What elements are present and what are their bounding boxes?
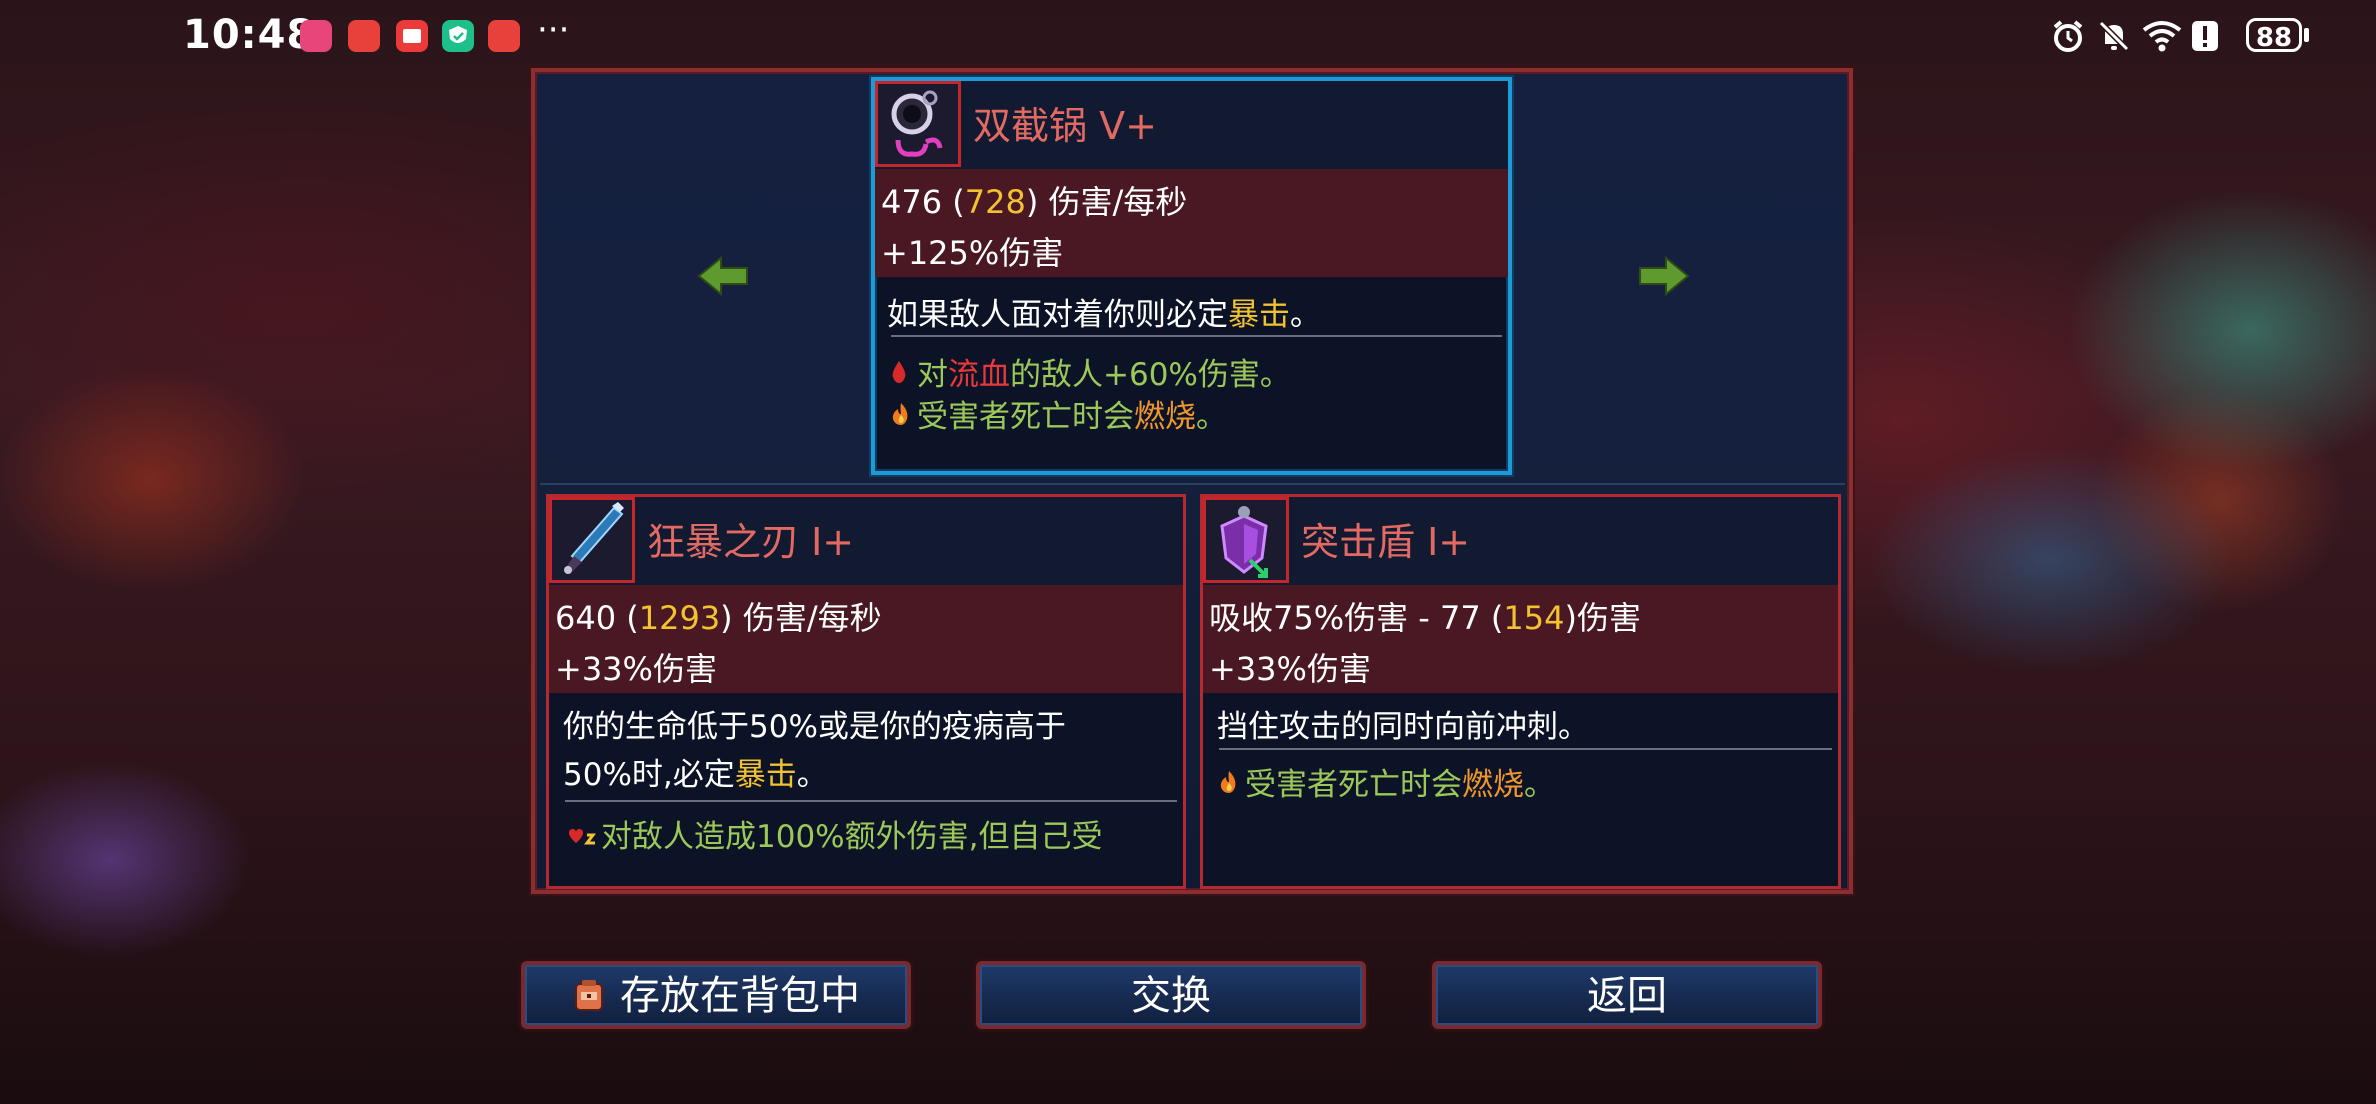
right-item-card[interactable]: 突击盾 I+ 吸收75%伤害 - 77 (154)伤害 +33%伤害 挡住攻击的… (1200, 494, 1841, 889)
dps-value: 476 (881, 183, 943, 221)
card-header (1203, 497, 1838, 585)
store-in-backpack-button[interactable]: 存放在背包中 (521, 961, 911, 1029)
status-bar: 10:48 ··· 88 (0, 0, 2376, 72)
store-button-label: 存放在背包中 (620, 973, 860, 1019)
item-name: 双截锅 V+ (973, 104, 1157, 148)
arrow-right-icon[interactable] (1636, 256, 1692, 296)
berserker-blade-icon (549, 497, 635, 583)
huawei-app-icon-2 (488, 20, 520, 52)
absorb-text: 吸收75%伤害 - 77 ( (1209, 599, 1504, 637)
lelo-app-icon (300, 20, 332, 52)
effect-text: 对敌人造成100%额外伤害,但自己受 (601, 819, 1103, 855)
dps-value: 640 (555, 599, 617, 637)
description-text: 50%时,必定 (563, 757, 735, 793)
dps-line: 640 (1293) 伤害/每秒 (555, 599, 882, 637)
battery-indicator: 88 (2246, 18, 2302, 53)
effect-burn: 受害者死亡时会燃烧。 (889, 391, 1500, 436)
damage-bonus: +33%伤害 (555, 650, 717, 688)
effect-text: 对 (917, 357, 948, 393)
alarm-icon (2053, 20, 2083, 52)
absorb-line: 吸收75%伤害 - 77 (154)伤害 (1209, 593, 1641, 639)
description-separator (565, 800, 1177, 802)
dps-label: 伤害/每秒 (742, 599, 882, 637)
alert-icon (2192, 21, 2218, 51)
fire-icon (1217, 767, 1245, 803)
shield-app-icon (442, 20, 474, 52)
dps-label: 伤害/每秒 (1048, 183, 1188, 221)
back-button-label: 返回 (1587, 973, 1667, 1019)
silent-bell-icon (2098, 20, 2130, 52)
double-pan-weapon-icon (875, 81, 961, 167)
description-separator (891, 335, 1502, 337)
effect-burn: 受害者死亡时会燃烧。 (1217, 759, 1830, 804)
absorb-crit-value: 154 (1503, 599, 1565, 637)
effect-bleed: 对流血的敌人+60%伤害。 (889, 349, 1500, 394)
item-description: 你的生命低于50%或是你的疫病高于 50%时,必定暴击。 (563, 703, 1167, 799)
clock: 10:48 (183, 12, 316, 58)
assault-shield-icon (1203, 497, 1289, 583)
dps-crit-value: 1293 (638, 599, 721, 637)
description-separator (1219, 748, 1832, 750)
crit-keyword: 暴击 (1228, 297, 1290, 333)
mail-app-icon (396, 20, 428, 52)
panel-divider (540, 483, 1845, 485)
effect-extra-damage: 对敌人造成100%额外伤害,但自己受 (563, 811, 1175, 883)
description-text: 如果敌人面对着你则必定 (887, 297, 1228, 333)
description-line-1: 你的生命低于50%或是你的疫病高于 (563, 709, 1066, 745)
item-name: 狂暴之刃 I+ (647, 520, 855, 564)
left-item-card[interactable]: 狂暴之刃 I+ 640 (1293) 伤害/每秒 +33%伤害 你的生命低于50… (546, 494, 1186, 889)
swap-button-label: 交换 (1131, 973, 1211, 1019)
huawei-app-icon (348, 20, 380, 52)
crit-keyword: 暴击 (734, 757, 797, 793)
burn-keyword: 燃烧 (1462, 767, 1524, 803)
bleed-keyword: 流血 (948, 357, 1010, 393)
card-header (549, 497, 1183, 585)
effect-text-end: 。 (1196, 399, 1227, 435)
damage-bonus: +33%伤害 (1209, 650, 1371, 688)
fire-icon (889, 399, 917, 435)
damage-bonus: +125%伤害 (881, 234, 1064, 272)
wifi-icon (2142, 21, 2182, 52)
arrow-left-icon[interactable] (695, 256, 751, 296)
dps-crit-value: 728 (964, 183, 1026, 221)
burn-keyword: 燃烧 (1134, 399, 1196, 435)
effect-text: 受害者死亡时会 (917, 399, 1134, 435)
effect-text: 受害者死亡时会 (1245, 767, 1462, 803)
absorb-text-end: )伤害 (1564, 599, 1641, 637)
back-button[interactable]: 返回 (1432, 961, 1822, 1029)
backpack-icon (575, 980, 603, 1011)
item-description: 如果敌人面对着你则必定暴击。 (887, 291, 1492, 339)
item-name: 突击盾 I+ (1301, 520, 1471, 564)
effect-text-end: 的敌人+60%伤害。 (1010, 357, 1291, 393)
swap-button[interactable]: 交换 (976, 961, 1366, 1029)
dps-line: 476 (728) 伤害/每秒 (881, 183, 1188, 221)
description-end: 。 (1290, 297, 1321, 333)
card-header (875, 81, 1508, 169)
item-description: 挡住攻击的同时向前冲刺。 (1217, 709, 1589, 745)
berserk-heart-icon (563, 819, 601, 855)
current-item-card[interactable]: 双截锅 V+ 476 (728) 伤害/每秒 +125%伤害 如果敌人面对着你则… (871, 77, 1512, 475)
description-end: 。 (796, 757, 828, 793)
battery-tip (2304, 28, 2309, 42)
effect-text-end: 。 (1524, 767, 1555, 803)
description-line-2: 50%时,必定暴击。 (563, 751, 1167, 799)
more-notifications-icon: ··· (537, 10, 570, 50)
blood-drop-icon (889, 357, 917, 393)
